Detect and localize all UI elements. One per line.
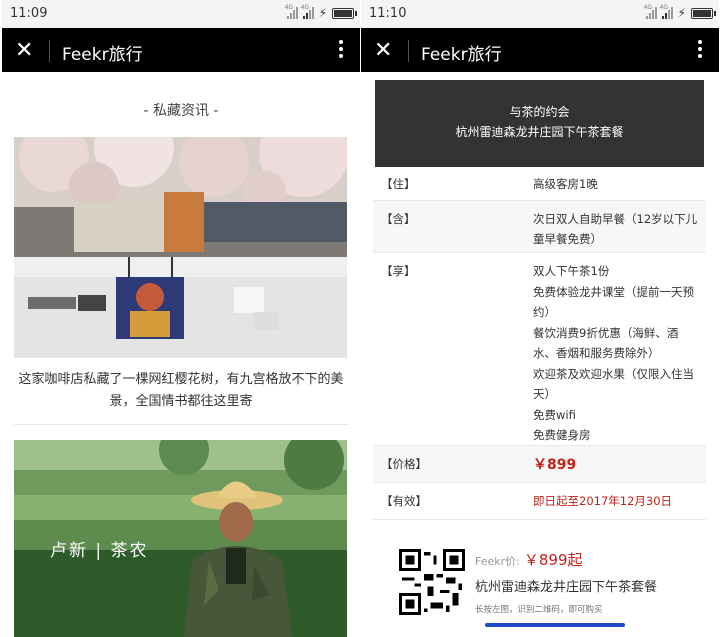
signal-icon: 4G: [285, 4, 298, 19]
signal-icon: 4G: [660, 4, 673, 19]
detail-label: 【住】: [381, 177, 416, 191]
more-vertical-icon[interactable]: [697, 37, 703, 61]
scroll-indicator: [485, 623, 625, 627]
divider: [14, 424, 348, 425]
qr-code[interactable]: [399, 549, 465, 615]
package-details-table: 【住】 高级客房1晚 【含】 次日双人自助早餐（12岁以下儿童早餐免费） 【享】…: [373, 168, 706, 520]
left-phone-screen: 11:09 4G 4G ⚡ ✕ Feekr旅行 - 私藏资讯 - 这家咖啡店私藏…: [2, 0, 360, 637]
status-time: 11:10: [369, 6, 407, 21]
close-icon[interactable]: ✕: [15, 38, 33, 63]
app-title: Feekr旅行: [421, 45, 502, 65]
section-title: - 私藏资讯 -: [143, 103, 219, 119]
promo-price-line: Feekr价: ￥899起: [475, 549, 657, 570]
detail-row-enjoy: 【享】 双人下午茶1份 免费体验龙井课堂（提前一天预约） 餐饮消费9折优惠（海鲜…: [373, 253, 706, 446]
promo-text: Feekr价: ￥899起 杭州雷迪森龙井庄园下午茶套餐 长按左图，识别二维码，即…: [475, 549, 657, 615]
more-vertical-icon[interactable]: [338, 37, 344, 61]
detail-row-includes: 【含】 次日双人自助早餐（12岁以下儿童早餐免费）: [373, 201, 706, 253]
title-bar: ✕ Feekr旅行: [361, 28, 719, 72]
battery-icon: [691, 7, 716, 19]
promo-hint: 长按左图，识别二维码，即可购买: [475, 605, 603, 615]
promo-package-name: 杭州雷迪森龙井庄园下午茶套餐: [475, 580, 658, 595]
promo-price: ￥899起: [523, 551, 583, 569]
lightning-icon: ⚡: [677, 6, 686, 20]
detail-value-validity: 即日起至2017年12月30日: [533, 494, 673, 508]
banner-title: 杭州雷迪森龙井庄园下午茶套餐: [455, 125, 624, 139]
detail-row-validity: 【有效】 即日起至2017年12月30日: [373, 483, 706, 520]
photo-overlay-text: 卢新 | 茶农: [50, 541, 149, 561]
status-bar: 11:10 4G 4G ⚡: [361, 0, 719, 28]
detail-value: 高级客房1晚: [533, 177, 598, 191]
tea-farmer-photo[interactable]: 卢新 | 茶农: [14, 440, 347, 637]
app-title: Feekr旅行: [62, 45, 143, 65]
divider: [408, 40, 409, 62]
detail-label: 【价格】: [381, 457, 427, 471]
detail-label: 【享】: [381, 264, 416, 278]
status-icons: 4G 4G ⚡: [285, 4, 357, 20]
detail-label: 【有效】: [381, 494, 427, 508]
detail-value: 双人下午茶1份 免费体验龙井课堂（提前一天预约） 餐饮消费9折优惠（海鲜、酒水、…: [533, 264, 694, 442]
divider: [49, 40, 50, 62]
detail-value-price: ￥899: [533, 457, 577, 473]
status-time: 11:09: [10, 6, 48, 21]
close-icon[interactable]: ✕: [374, 38, 392, 63]
signal-icon: 4G: [301, 4, 314, 19]
signal-icon: 4G: [644, 4, 657, 19]
detail-row-stay: 【住】 高级客房1晚: [373, 168, 706, 201]
status-icons: 4G 4G ⚡: [644, 4, 716, 20]
detail-row-price: 【价格】 ￥899: [373, 446, 706, 483]
detail-value: 次日双人自助早餐（12岁以下儿童早餐免费）: [533, 212, 698, 246]
detail-label: 【含】: [381, 212, 416, 226]
right-phone-screen: 11:10 4G 4G ⚡ ✕ Feekr旅行 与茶的约会 杭州雷迪森龙井庄园下…: [361, 0, 719, 637]
status-bar: 11:09 4G 4G ⚡: [2, 0, 360, 28]
purchase-promo-card[interactable]: Feekr价: ￥899起 杭州雷迪森龙井庄园下午茶套餐 长按左图，识别二维码，即…: [373, 527, 706, 637]
cafe-sakura-photo[interactable]: [14, 137, 347, 358]
article-caption[interactable]: 这家咖啡店私藏了一棵网红樱花树，有九宫格放不下的美景，全国情书都往这里寄: [12, 369, 350, 413]
package-banner: 与茶的约会 杭州雷迪森龙井庄园下午茶套餐: [375, 80, 704, 167]
title-bar: ✕ Feekr旅行: [2, 28, 360, 72]
banner-subtitle: 与茶的约会: [509, 105, 570, 119]
lightning-icon: ⚡: [318, 6, 327, 20]
price-label: Feekr价:: [475, 555, 520, 568]
battery-icon: [332, 7, 357, 19]
